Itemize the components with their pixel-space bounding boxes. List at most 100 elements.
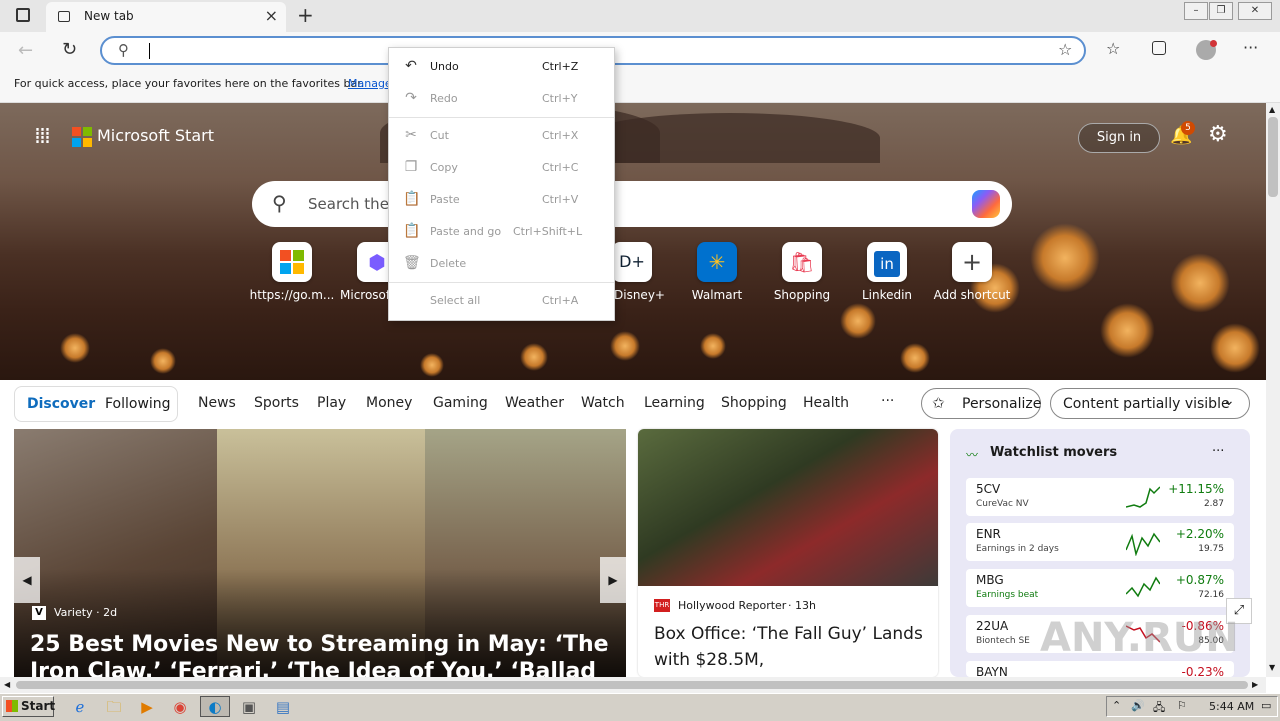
app-icon[interactable]: ▣ [239,697,259,717]
copy-icon: ❐ [404,159,418,175]
taskbar: Start ℯ 🗀 ▶ ◉ ◐ ▣ ▤ ⌃ 🔊 🖧 ⚐ 5:44 AM ▭ [0,693,1280,721]
copilot-icon[interactable] [972,190,1000,218]
back-icon[interactable]: ← [18,40,33,61]
disney-icon[interactable]: D+ [612,242,652,282]
close-window-button[interactable]: ✕ [1238,2,1272,20]
start-button[interactable]: Start [2,696,56,717]
featured-article-card[interactable]: ◀ ▶ V Variety · 2d 25 Best Movies New to… [14,429,626,677]
chevron-down-icon: ⌄ [1223,393,1235,409]
scroll-thumb[interactable] [1268,117,1278,197]
menu-item-paste-and-go[interactable]: 📋 Paste and go Ctrl+Shift+L [389,216,614,246]
close-tab-icon[interactable]: × [265,6,278,25]
tab-following[interactable]: Following [105,396,171,412]
tab-shopping[interactable]: Shopping [721,395,787,411]
tab-money[interactable]: Money [366,395,412,411]
article-card[interactable]: THR Hollywood Reporter · 13h Box Office:… [638,429,938,677]
tab-actions-icon[interactable] [16,8,30,22]
watchlist-title[interactable]: Watchlist movers [990,445,1117,460]
layout-value: Content partially visible [1063,396,1230,412]
scroll-right-icon[interactable]: ▶ [1252,680,1258,689]
brand-title[interactable]: Microsoft Start [97,126,214,145]
tab-news[interactable]: News [198,395,236,411]
scroll-left-icon[interactable]: ◀ [4,680,10,689]
minimize-button[interactable]: – [1184,2,1208,20]
more-categories-icon[interactable]: ··· [881,393,894,409]
ie-icon[interactable]: ℯ [70,697,90,717]
tab-discover[interactable]: Discover [27,396,95,412]
tab-watch[interactable]: Watch [581,395,625,411]
menu-item-cut[interactable]: ✂ Cut Ctrl+X [389,120,614,150]
stock-row[interactable]: BAYN -0.23% [966,661,1234,677]
tab-health[interactable]: Health [803,395,849,411]
favbar-hint: For quick access, place your favorites h… [14,77,365,90]
carousel-prev-button[interactable]: ◀ [14,557,40,603]
vertical-scrollbar[interactable]: ▲ ▼ [1266,103,1280,677]
tab-weather[interactable]: Weather [505,395,564,411]
walmart-icon[interactable]: ✳ [697,242,737,282]
maximize-button[interactable]: ❐ [1209,2,1233,20]
tab-gaming[interactable]: Gaming [433,395,488,411]
tab-sports[interactable]: Sports [254,395,299,411]
favorites-icon[interactable]: ☆ [1106,39,1120,58]
refresh-icon[interactable]: ↻ [62,39,77,60]
edge-task-button[interactable]: ◐ [200,696,230,717]
ms-logo-icon[interactable] [272,242,312,282]
tile-label: Walmart [691,288,743,302]
page-settings-icon[interactable]: ⚙ [1208,122,1228,147]
new-tab-button[interactable]: + [297,3,314,27]
personalize-button[interactable]: ✩ Personalize [921,388,1041,419]
menu-divider [389,282,614,283]
thr-logo-icon: THR [654,599,670,612]
tile-label: Add shortcut [933,288,1011,302]
windows-logo-icon [6,700,18,712]
collections-icon[interactable] [1152,41,1166,55]
tab-new[interactable]: New tab × [46,2,286,32]
stock-row[interactable]: 5CV CureVac NV +11.15% 2.87 [966,478,1234,516]
media-player-icon[interactable]: ▶ [137,697,157,717]
plus-icon[interactable]: + [952,242,992,282]
network-icon[interactable]: 🖧 [1153,699,1165,718]
start-label: Start [21,699,56,713]
stock-row[interactable]: MBG Earnings beat +0.87% 72.16 [966,569,1234,607]
linkedin-icon[interactable]: in [867,242,907,282]
apps-launcher-icon[interactable]: ⁞⁞⁞ [34,124,51,149]
tray-expand-icon[interactable]: ⌃ [1112,699,1121,712]
horizontal-scrollbar[interactable]: ◀ ▶ [0,677,1266,693]
shopping-bag-icon[interactable]: 🛍 [782,242,822,282]
redo-icon: ↷ [405,90,417,106]
notepad-icon[interactable]: ▤ [273,697,293,717]
menu-item-undo[interactable]: ↶ Undo Ctrl+Z [389,51,614,81]
scroll-thumb[interactable] [16,681,1248,689]
chrome-icon[interactable]: ◉ [170,697,190,717]
sign-in-button[interactable]: Sign in [1078,123,1160,153]
manage-favorites-link[interactable]: Manage favorites now [348,77,388,90]
watchlist-more-icon[interactable]: ··· [1212,444,1224,459]
settings-more-icon[interactable]: ··· [1243,38,1258,57]
watermark: ANY.RUN [1040,615,1239,661]
menu-item-paste[interactable]: 📋 Paste Ctrl+V [389,184,614,214]
web-search-box[interactable]: ⚲ Search the web [252,181,1012,227]
stock-row[interactable]: ENR Earnings in 2 days +2.20% 19.75 [966,523,1234,561]
scroll-up-icon[interactable]: ▲ [1269,105,1275,114]
article-title[interactable]: Box Office: ‘The Fall Guy’ Lands with $2… [654,621,924,673]
menu-item-redo[interactable]: ↷ Redo Ctrl+Y [389,83,614,113]
tab-play[interactable]: Play [317,395,346,411]
add-favorite-icon[interactable]: ☆ [1058,40,1072,59]
menu-item-delete[interactable]: 🗑 Delete [389,248,614,278]
tile-label: Linkedin [861,288,913,302]
article-title[interactable]: 25 Best Movies New to Streaming in May: … [30,631,610,677]
volume-icon[interactable]: 🔊 [1131,699,1145,712]
tab-learning[interactable]: Learning [644,395,705,411]
menu-item-copy[interactable]: ❐ Copy Ctrl+C [389,152,614,182]
scroll-down-icon[interactable]: ▼ [1269,663,1275,672]
clock[interactable]: 5:44 AM [1209,700,1254,713]
context-menu: ↶ Undo Ctrl+Z ↷ Redo Ctrl+Y ✂ Cut Ctrl+X… [388,47,615,321]
flag-icon[interactable]: ⚐ [1177,699,1187,712]
menu-item-select-all[interactable]: Select all Ctrl+A [389,285,614,315]
trend-icon: 〰 [966,448,979,462]
layout-dropdown[interactable]: Content partially visible ⌄ [1050,388,1250,419]
search-icon: ⚲ [118,41,129,59]
explorer-icon[interactable]: 🗀 [104,697,124,717]
carousel-next-button[interactable]: ▶ [600,557,626,603]
notification-center-icon[interactable]: ▭ [1261,699,1271,712]
